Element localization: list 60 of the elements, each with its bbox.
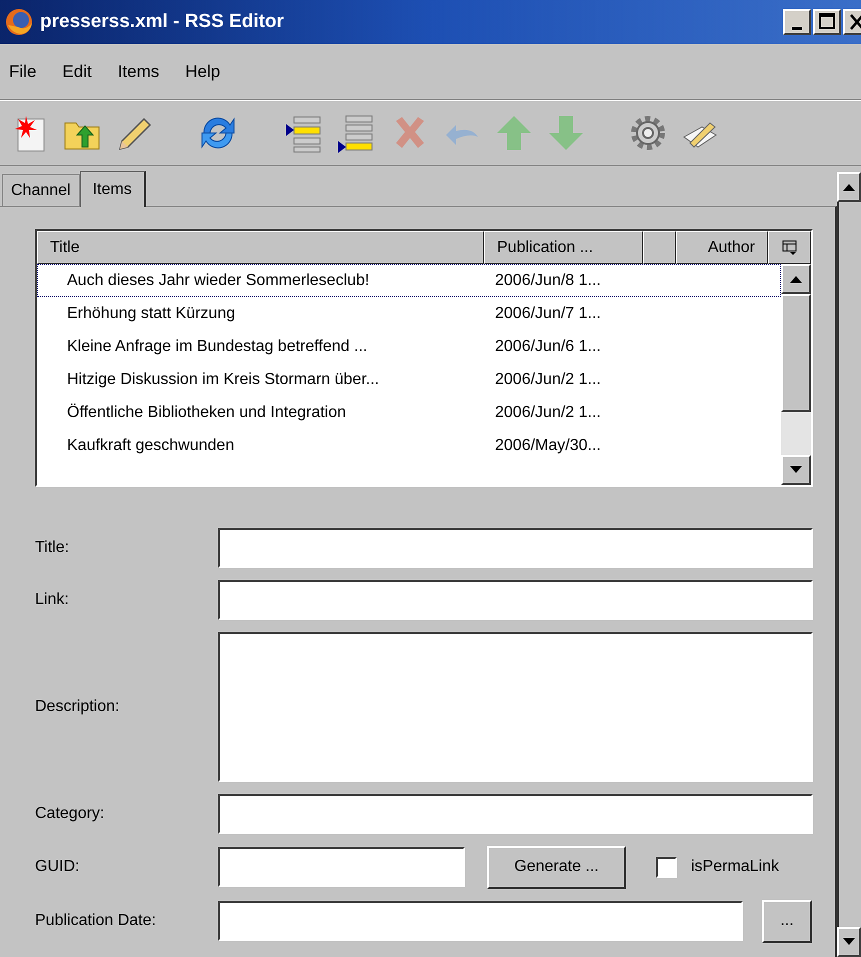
table-cell-text: 2006/Jun/2 1... [494, 370, 601, 390]
field-label: Category: [35, 804, 106, 824]
tab[interactable]: Channel [2, 174, 80, 206]
up-triangle-icon [790, 275, 802, 283]
menu-item[interactable]: Edit [62, 58, 92, 84]
menu-item[interactable]: Help [185, 58, 220, 84]
checkbox[interactable] [656, 856, 677, 878]
list-row[interactable]: Auch dieses Jahr wieder Sommerleseclub! 2006/Jun/8 1... [37, 264, 781, 297]
column-header[interactable]: Author [676, 231, 768, 264]
scroll-up-button[interactable] [837, 172, 861, 202]
minimize-button[interactable] [783, 9, 811, 35]
table-cell-text: 2006/Jun/8 1... [494, 270, 601, 290]
menu-item[interactable]: Items [118, 58, 160, 84]
table-cell-text: Kleine Anfrage im Bundestag betreffend ... [66, 336, 368, 356]
table-cell-text: 2006/May/30... [494, 436, 601, 456]
column-picker-button[interactable] [768, 231, 811, 264]
window-title: presserss.xml - RSS Editor [40, 10, 284, 34]
maximize-button[interactable] [813, 9, 841, 35]
table-cell-text: Hitzige Diskussion im Kreis Stormarn über... [66, 370, 380, 390]
settings-button[interactable] [628, 113, 668, 153]
list-row[interactable]: Öffentliche Bibliotheken und Integration 2006/Jun/2 1... [37, 396, 781, 429]
field-label: Description: [35, 697, 120, 717]
down-triangle-icon [790, 466, 802, 474]
generate-button[interactable]: Generate ... [487, 846, 626, 888]
list-row[interactable]: Erhöhung statt Kürzung 2006/Jun/7 1... [37, 297, 781, 330]
table-cell-text: Auch dieses Jahr wieder Sommerleseclub! [66, 270, 370, 290]
field-label: Publication Date: [35, 911, 157, 931]
list-row[interactable]: Hitzige Diskussion im Kreis Stormarn über... 2006/Jun/2 1... [37, 363, 781, 396]
column-picker-icon [782, 240, 798, 256]
input-field[interactable] [218, 580, 813, 620]
field-label: Title: [35, 538, 70, 558]
table-cell-text: Erhöhung statt Kürzung [66, 304, 236, 324]
input-field[interactable] [218, 794, 813, 834]
menu-item[interactable]: File [9, 58, 36, 84]
table-cell-text: 2006/Jun/7 1... [494, 304, 601, 324]
checkbox-label: isPermaLink [691, 857, 780, 877]
date-picker-button[interactable]: ... [762, 900, 812, 942]
scroll-down-button[interactable] [837, 927, 861, 957]
up-triangle-icon [843, 183, 855, 191]
scroll-up-button[interactable] [781, 264, 811, 294]
list-row[interactable]: Kleine Anfrage im Bundestag betreffend ... 2006/Jun/6 1... [37, 330, 781, 363]
column-header[interactable]: Publication ... [484, 231, 643, 264]
tab[interactable]: Items [80, 171, 146, 207]
app-icon [4, 7, 34, 37]
table-cell-text: Kaufkraft geschwunden [66, 436, 236, 456]
list-row[interactable]: Kaufkraft geschwunden 2006/May/30... [37, 429, 781, 462]
down-triangle-icon [843, 938, 855, 946]
table-cell-text: Öffentliche Bibliotheken und Integration [66, 402, 348, 422]
input-field[interactable] [218, 901, 743, 941]
table-cell-text: 2006/Jun/2 1... [494, 402, 601, 422]
column-header[interactable] [643, 231, 676, 264]
table-cell-text: 2006/Jun/6 1... [494, 336, 601, 356]
minimize-icon [792, 26, 802, 30]
input-field[interactable] [218, 528, 813, 568]
field-label: Link: [35, 590, 70, 610]
field-label: GUID: [35, 857, 80, 877]
scroll-down-button[interactable] [781, 455, 811, 485]
input-field[interactable] [218, 847, 465, 887]
column-header[interactable]: Title [37, 231, 484, 264]
scrollbar-thumb[interactable] [781, 294, 811, 412]
